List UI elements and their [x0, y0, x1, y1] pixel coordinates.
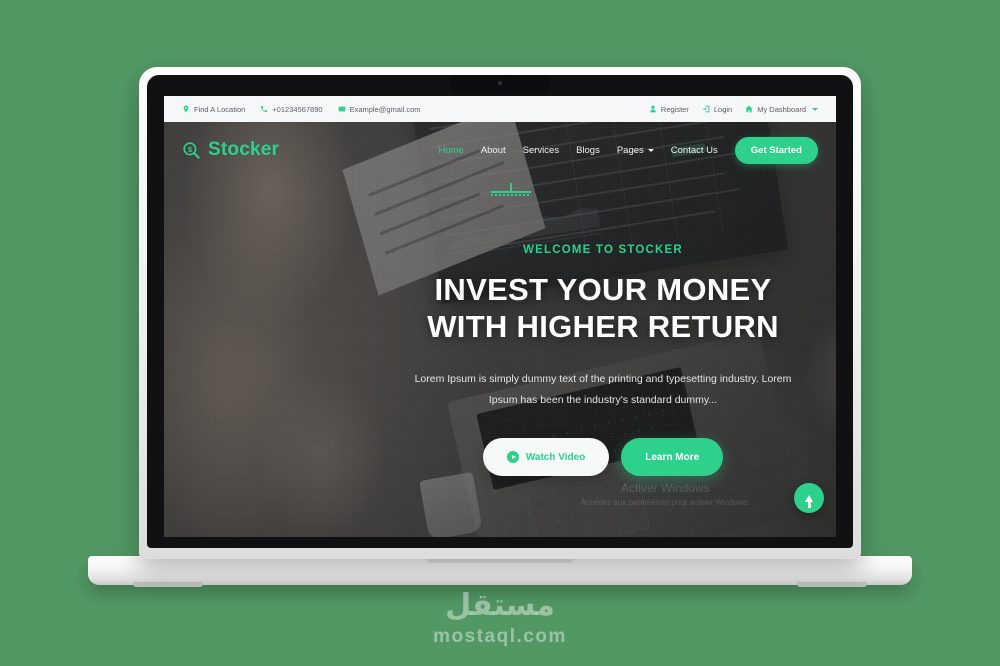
- hero-heading-line1: INVEST YOUR MONEY: [434, 272, 772, 307]
- topbar-login[interactable]: Login: [702, 105, 732, 114]
- topbar-find-a-location[interactable]: Find A Location: [182, 105, 245, 114]
- site-topbar: Find A Location +01234567890 Example@gma…: [164, 96, 836, 122]
- laptop-camera-notch: [450, 75, 550, 94]
- nav-item-contact-us-label: Contact Us: [670, 144, 718, 156]
- hero-paragraph: Lorem Ipsum is simply dummy text of the …: [388, 369, 818, 410]
- nav-item-about[interactable]: About: [481, 145, 506, 156]
- mostaql-watermark: مستقل mostaql.com: [0, 591, 1000, 648]
- home-icon: [745, 105, 753, 113]
- map-pin-icon: [182, 105, 190, 113]
- screen-viewport: Find A Location +01234567890 Example@gma…: [164, 96, 836, 537]
- arrow-up-icon: [805, 494, 813, 508]
- scroll-to-top-button[interactable]: [794, 483, 824, 513]
- nav-item-services-label: Services: [522, 144, 560, 156]
- topbar-register[interactable]: Register: [649, 105, 689, 114]
- nav-item-blogs[interactable]: Blogs: [576, 145, 600, 156]
- chevron-down-icon: [812, 107, 818, 111]
- mostaql-latin-logo: mostaql.com: [433, 626, 567, 647]
- brand-name: Stocker: [208, 139, 280, 160]
- svg-text:$: $: [188, 144, 193, 153]
- topbar-email-label: Example@gmail.com: [349, 104, 421, 114]
- laptop-foot-right: [797, 582, 867, 587]
- login-icon: [702, 105, 710, 113]
- laptop-foot-left: [133, 582, 203, 587]
- learn-more-label: Learn More: [645, 451, 700, 463]
- topbar-phone[interactable]: +01234567890: [260, 104, 323, 114]
- topbar-email[interactable]: Example@gmail.com: [338, 105, 421, 114]
- get-started-button[interactable]: Get Started: [734, 136, 818, 164]
- watch-video-button[interactable]: Watch Video: [482, 438, 610, 477]
- webcam-icon: [498, 81, 502, 85]
- topbar-login-label: Login: [713, 104, 733, 114]
- topbar-register-label: Register: [660, 104, 689, 114]
- topbar-contact-group: Find A Location +01234567890 Example@gma…: [164, 105, 421, 114]
- mostaql-arabic-logo: مستقل: [445, 588, 555, 623]
- chevron-down-icon: [647, 148, 654, 152]
- learn-more-button[interactable]: Learn More: [621, 438, 724, 477]
- phone-icon: [260, 105, 268, 113]
- nav-item-contact-us[interactable]: Contact Us: [671, 145, 718, 156]
- topbar-phone-label: +01234567890: [272, 104, 323, 114]
- laptop-mockup: Find A Location +01234567890 Example@gma…: [0, 0, 1000, 666]
- laptop-lid: Find A Location +01234567890 Example@gma…: [139, 67, 861, 559]
- nav-item-services[interactable]: Services: [523, 145, 559, 156]
- play-icon: [506, 451, 519, 464]
- nav-item-home[interactable]: Home: [438, 145, 463, 156]
- envelope-icon: [338, 105, 346, 113]
- hero-content: WELCOME TO STOCKER INVEST YOUR MONEY WIT…: [388, 244, 818, 477]
- site-navbar: $ Stocker Home About Services Blogs Page…: [164, 122, 836, 178]
- nav-item-blogs-label: Blogs: [576, 144, 600, 156]
- green-marker-icon: [491, 183, 531, 196]
- hero-eyebrow: WELCOME TO STOCKER: [523, 244, 683, 256]
- nav-item-home-label: Home: [438, 144, 464, 156]
- hero-paragraph-line1: Lorem Ipsum is simply dummy text of the …: [414, 373, 717, 386]
- laptop-base: [88, 556, 912, 587]
- user-icon: [649, 105, 657, 113]
- brand-logo[interactable]: $ Stocker: [164, 139, 279, 161]
- hero-heading-line2: WITH HIGHER RETURN: [427, 308, 779, 344]
- nav-menu: Home About Services Blogs Pages Contact …: [438, 136, 836, 164]
- topbar-my-dashboard-label: My Dashboard: [757, 104, 806, 114]
- topbar-my-dashboard[interactable]: My Dashboard: [745, 105, 818, 114]
- hero-heading: INVEST YOUR MONEY WITH HIGHER RETURN: [388, 272, 818, 345]
- watch-video-label: Watch Video: [525, 451, 586, 463]
- topbar-account-group: Register Login My Dashboard: [649, 105, 836, 114]
- nav-item-pages-label: Pages: [616, 144, 644, 156]
- topbar-find-a-location-label: Find A Location: [194, 104, 246, 114]
- laptop-bezel: Find A Location +01234567890 Example@gma…: [147, 75, 853, 548]
- nav-item-about-label: About: [480, 144, 506, 156]
- hero-cta-group: Watch Video Learn More: [388, 438, 818, 477]
- magnifier-dollar-icon: $: [182, 141, 201, 160]
- nav-item-pages[interactable]: Pages: [617, 145, 654, 156]
